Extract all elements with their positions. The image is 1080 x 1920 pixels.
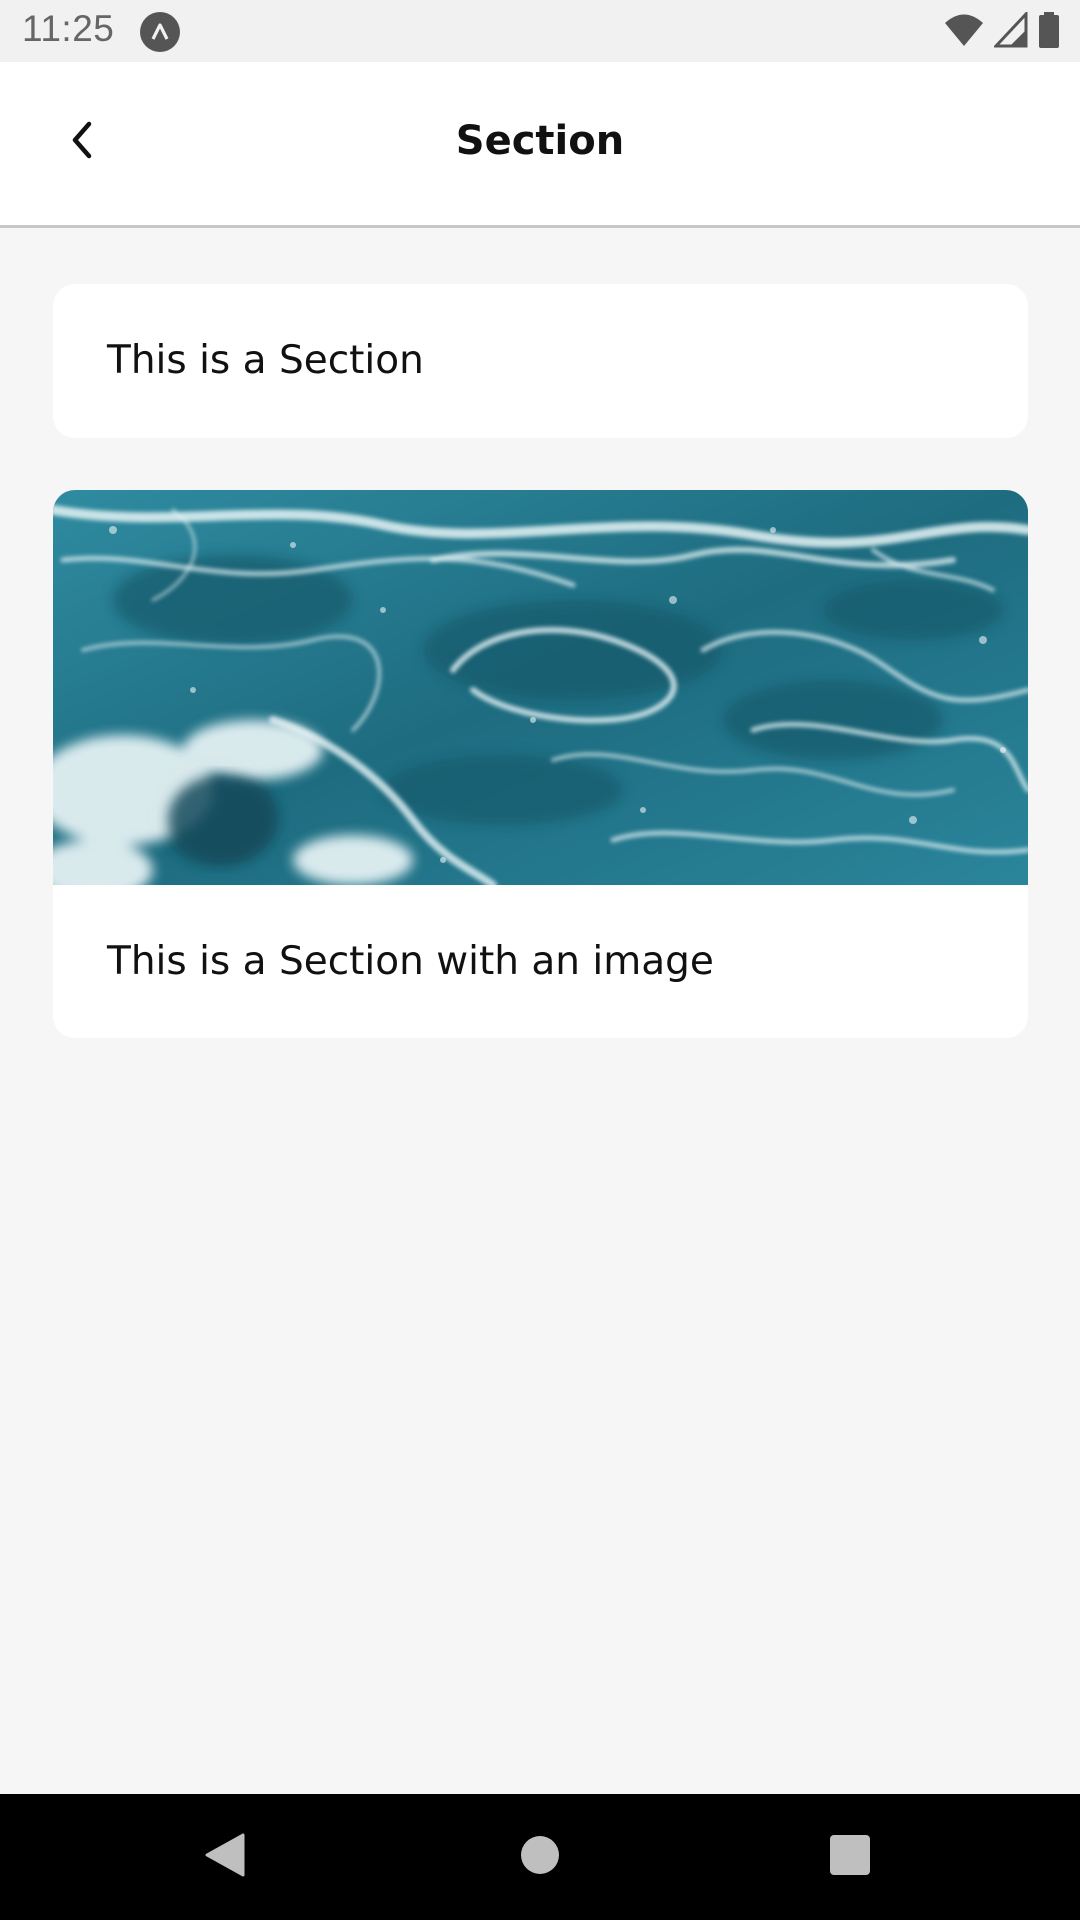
app-header: Section [0,62,1080,228]
section-text: This is a Section with an image [107,939,714,984]
system-nav-bar [0,1794,1080,1920]
status-bar: 11:25 [0,0,1080,62]
nav-home-icon [520,1835,560,1879]
nav-recents-button[interactable] [817,1824,883,1890]
section-text: This is a Section [107,338,424,383]
nav-home-button[interactable] [507,1824,573,1890]
nav-back-button[interactable] [192,1824,258,1890]
react-native-logo-icon [140,12,180,52]
section-card: This is a Section [53,284,1028,438]
wifi-icon [944,12,984,52]
battery-icon [1038,12,1060,52]
nav-back-icon [203,1831,247,1883]
nav-recents-icon [829,1834,871,1880]
status-time: 11:25 [22,8,115,49]
ocean-waves-image [53,490,1028,885]
status-icons [944,10,1060,52]
cell-signal-icon [992,10,1028,52]
page-title: Section [455,118,625,164]
section-card-with-image: This is a Section with an image [53,490,1028,1038]
